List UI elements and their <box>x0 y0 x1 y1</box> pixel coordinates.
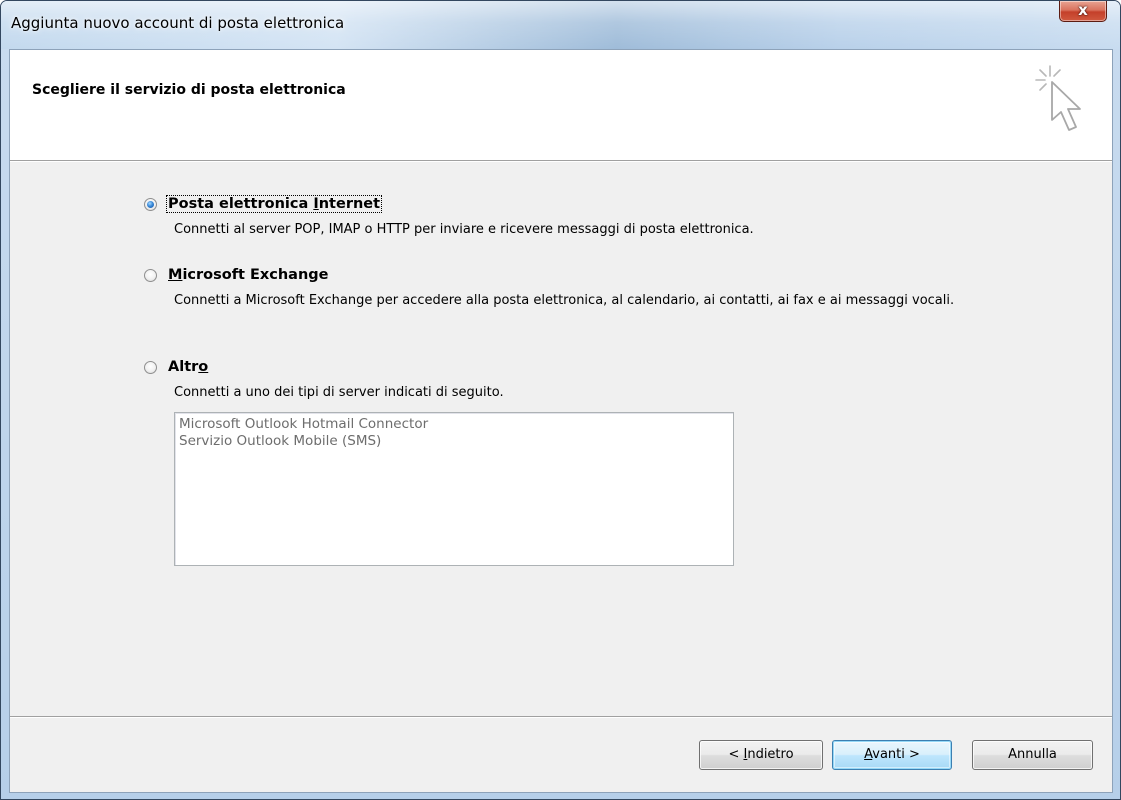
back-button[interactable]: < Indietro <box>699 740 823 770</box>
radio-internet-email[interactable] <box>144 197 157 211</box>
page-title: Scegliere il servizio di posta elettroni… <box>32 82 346 98</box>
window-title: Aggiunta nuovo account di posta elettron… <box>11 14 345 32</box>
option-description-internet-email: Connetti al server POP, IMAP o HTTP per … <box>174 222 754 237</box>
radio-row-other[interactable]: Altro <box>144 356 1044 378</box>
wizard-client-area: Scegliere il servizio di posta elettroni… <box>9 49 1113 793</box>
close-button[interactable]: x <box>1059 1 1107 22</box>
radio-row-internet-email[interactable]: Posta elettronica Internet <box>144 193 1044 215</box>
list-item[interactable]: Servizio Outlook Mobile (SMS) <box>179 433 729 450</box>
option-description-microsoft-exchange: Connetti a Microsoft Exchange per accede… <box>174 293 955 308</box>
list-item[interactable]: Microsoft Outlook Hotmail Connector <box>179 416 729 433</box>
radio-label-internet-email[interactable]: Posta elettronica Internet <box>165 195 383 213</box>
server-type-list[interactable]: Microsoft Outlook Hotmail Connector Serv… <box>174 412 734 566</box>
option-description-other: Connetti a uno dei tipi di server indica… <box>174 385 504 400</box>
option-microsoft-exchange: Microsoft Exchange Connetti a Microsoft … <box>144 264 1044 309</box>
radio-label-microsoft-exchange[interactable]: Microsoft Exchange <box>167 267 330 283</box>
wizard-header: Scegliere il servizio di posta elettroni… <box>10 50 1112 161</box>
option-internet-email: Posta elettronica Internet Connetti al s… <box>144 193 1044 238</box>
option-other: Altro Connetti a uno dei tipi di server … <box>144 356 1044 401</box>
footer-separator <box>10 716 1112 718</box>
dialog-window: Aggiunta nuovo account di posta elettron… <box>0 0 1121 800</box>
radio-other[interactable] <box>144 360 157 374</box>
back-button-prefix: < <box>728 747 744 762</box>
title-bar[interactable]: Aggiunta nuovo account di posta elettron… <box>1 1 1120 49</box>
next-button[interactable]: Avanti > <box>832 740 952 770</box>
wizard-cursor-sparkle-icon <box>1035 65 1081 131</box>
back-button-label: ndietro <box>747 747 794 762</box>
next-button-label: vanti > <box>872 747 920 762</box>
radio-label-other[interactable]: Altro <box>167 359 209 375</box>
radio-row-microsoft-exchange[interactable]: Microsoft Exchange <box>144 264 1044 286</box>
radio-microsoft-exchange[interactable] <box>144 268 157 282</box>
close-icon: x <box>1078 1 1088 19</box>
cancel-button[interactable]: Annulla <box>972 740 1093 770</box>
